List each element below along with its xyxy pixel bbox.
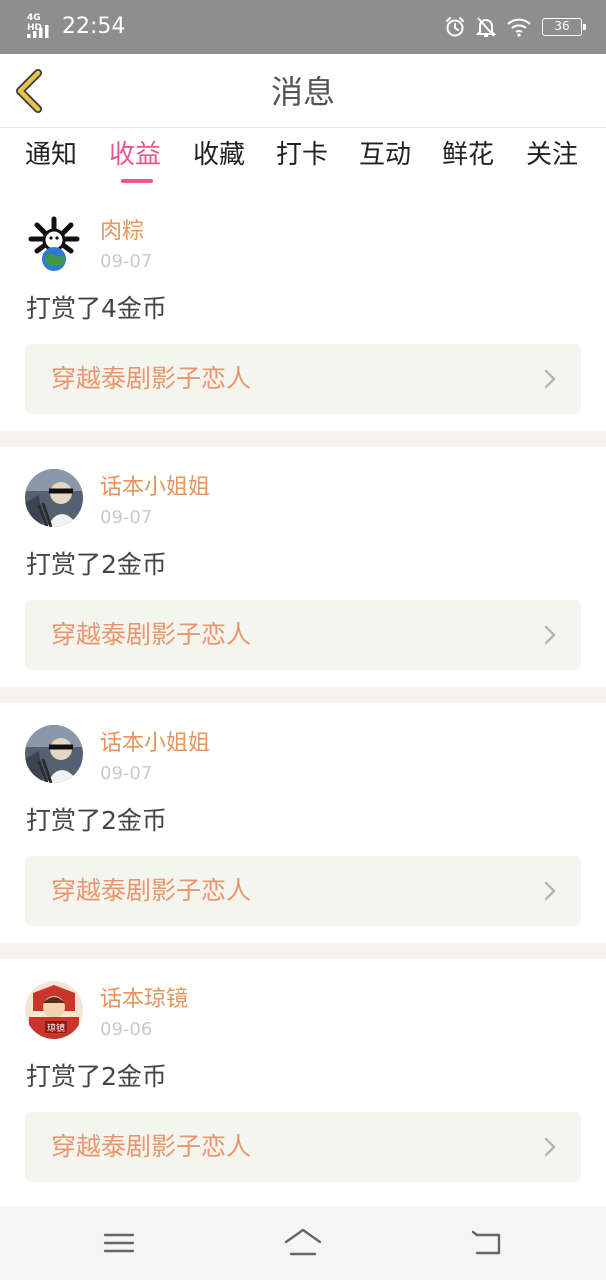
- card-separator: [0, 687, 606, 703]
- story-link[interactable]: 穿越泰剧影子恋人: [25, 1112, 581, 1182]
- message-card: 话本小姐姐 09-07 打赏了2金币 穿越泰剧影子恋人: [0, 703, 606, 943]
- story-title: 穿越泰剧影子恋人: [51, 1132, 252, 1161]
- status-bar: 4G HD 22:54 36: [0, 0, 606, 54]
- alarm-icon: [446, 17, 464, 37]
- chevron-right-icon: [544, 1137, 556, 1157]
- story-link[interactable]: 穿越泰剧影子恋人: [25, 344, 581, 414]
- tab-interactions[interactable]: 互动: [359, 137, 411, 173]
- reward-text: 打赏了2金币: [26, 1062, 167, 1091]
- menu-icon[interactable]: [99, 1226, 139, 1260]
- chevron-right-icon: [544, 369, 556, 389]
- active-tab-indicator: [121, 179, 153, 183]
- reward-text: 打赏了4金币: [26, 294, 167, 323]
- message-date: 09-07: [100, 763, 153, 784]
- chevron-right-icon: [544, 881, 556, 901]
- header: 消息: [0, 54, 606, 128]
- tab-flowers[interactable]: 鲜花: [442, 137, 494, 173]
- story-title: 穿越泰剧影子恋人: [51, 620, 252, 649]
- story-title: 穿越泰剧影子恋人: [51, 364, 252, 393]
- tab-checkin[interactable]: 打卡: [276, 137, 328, 173]
- message-card: 话本小姐姐 09-07 打赏了2金币 穿越泰剧影子恋人: [0, 447, 606, 687]
- back-icon[interactable]: [467, 1226, 507, 1260]
- message-date: 09-06: [100, 1019, 153, 1040]
- system-nav-bar: [0, 1206, 606, 1280]
- tab-bar: 通知 收益 收藏 打卡 互动 鲜花 关注: [0, 129, 606, 191]
- story-title: 穿越泰剧影子恋人: [51, 876, 252, 905]
- home-icon[interactable]: [283, 1226, 323, 1260]
- avatar-badge-text: 琼镜: [47, 1022, 65, 1034]
- message-list: 肉粽 09-07 打赏了4金币 穿越泰剧影子恋人 话本小姐姐 09-07 打赏了…: [0, 191, 606, 1199]
- signal-icon: 4G HD: [27, 13, 55, 38]
- user-avatar[interactable]: 琼镜: [25, 981, 83, 1039]
- user-avatar[interactable]: [25, 725, 83, 783]
- reward-text: 打赏了2金币: [26, 806, 167, 835]
- user-avatar[interactable]: [25, 213, 83, 271]
- message-date: 09-07: [100, 507, 153, 528]
- tab-following[interactable]: 关注: [526, 137, 578, 173]
- username[interactable]: 话本琼镜: [100, 985, 188, 1015]
- message-card: 肉粽 09-07 打赏了4金币 穿越泰剧影子恋人: [0, 191, 606, 431]
- battery-level: 36: [554, 19, 570, 33]
- story-link[interactable]: 穿越泰剧影子恋人: [25, 600, 581, 670]
- username[interactable]: 肉粽: [100, 217, 144, 247]
- tab-earnings[interactable]: 收益: [109, 137, 161, 173]
- story-link[interactable]: 穿越泰剧影子恋人: [25, 856, 581, 926]
- battery-icon: 36: [542, 18, 586, 36]
- username[interactable]: 话本小姐姐: [100, 473, 210, 503]
- username[interactable]: 话本小姐姐: [100, 729, 210, 759]
- chevron-right-icon: [544, 625, 556, 645]
- reward-text: 打赏了2金币: [26, 550, 167, 579]
- tab-favorites[interactable]: 收藏: [193, 137, 245, 173]
- wifi-icon: [507, 18, 531, 37]
- message-date: 09-07: [100, 251, 153, 272]
- page-title: 消息: [270, 73, 335, 111]
- card-separator: [0, 431, 606, 447]
- tab-notifications[interactable]: 通知: [25, 137, 77, 173]
- clock: 22:54: [62, 14, 126, 39]
- message-card: 琼镜 话本琼镜 09-06 打赏了2金币 穿越泰剧影子恋人: [0, 959, 606, 1199]
- mute-bell-icon: [476, 17, 496, 37]
- card-separator: [0, 943, 606, 959]
- user-avatar[interactable]: [25, 469, 83, 527]
